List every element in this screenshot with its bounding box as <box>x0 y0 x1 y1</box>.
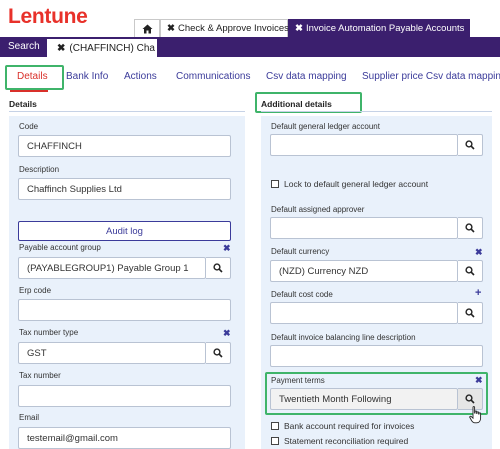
default-balancing-line-label: Default invoice balancing line descripti… <box>271 333 416 342</box>
home-icon <box>142 24 152 33</box>
clear-icon[interactable]: ✖ <box>223 328 231 339</box>
payable-account-group-input[interactable]: (PAYABLEGROUP1) Payable Group 1 <box>18 257 206 279</box>
hand-cursor-icon <box>469 406 482 424</box>
home-tab[interactable] <box>134 19 160 37</box>
close-icon[interactable]: ✖ <box>167 23 175 34</box>
section-divider <box>9 111 245 112</box>
bank-account-required-checkbox[interactable]: Bank account required for invoices <box>271 421 414 431</box>
cost-code-lookup-button[interactable] <box>458 302 483 324</box>
record-tab[interactable]: ✖ (CHAFFINCH) Cha <box>47 39 157 57</box>
code-input[interactable]: CHAFFINCH <box>18 135 231 157</box>
close-icon[interactable]: ✖ <box>295 23 303 34</box>
record-tab-label: (CHAFFINCH) Cha <box>69 42 155 54</box>
tax-type-lookup-button[interactable] <box>206 342 231 364</box>
payment-terms-highlight <box>265 372 488 415</box>
default-approver-input[interactable] <box>270 217 458 239</box>
default-cost-code-label: Default cost code <box>271 290 333 299</box>
checkbox-box[interactable] <box>271 422 279 430</box>
description-label: Description <box>19 165 60 174</box>
tab-bank-info[interactable]: Bank Info <box>66 71 108 82</box>
checkbox-box[interactable] <box>271 437 279 445</box>
top-bar: Lentune ✖ Check & Approve Invoices ✖ Inv… <box>0 0 500 37</box>
checkbox-label: Bank account required for invoices <box>284 421 415 431</box>
payable-account-group-label: Payable account group <box>19 243 101 252</box>
tab-communications[interactable]: Communications <box>176 71 250 82</box>
description-input[interactable]: Chaffinch Supplies Ltd <box>18 178 231 200</box>
email-input[interactable]: testemail@gmail.com <box>18 427 231 449</box>
tax-number-type-label: Tax number type <box>19 328 79 337</box>
search-tab[interactable]: Search <box>8 41 40 52</box>
section-divider <box>261 111 492 112</box>
tab-actions[interactable]: Actions <box>124 71 157 82</box>
erp-code-label: Erp code <box>19 286 52 295</box>
default-gl-account-input[interactable] <box>270 134 458 156</box>
default-cost-code-input[interactable] <box>270 302 458 324</box>
search-icon <box>465 140 475 150</box>
statement-reconciliation-checkbox[interactable]: Statement reconciliation required <box>271 436 408 446</box>
erp-code-input[interactable] <box>18 299 231 321</box>
clear-icon[interactable]: ✖ <box>223 243 231 254</box>
search-icon <box>465 223 475 233</box>
email-label: Email <box>19 413 40 422</box>
active-tab-underline <box>10 90 48 92</box>
default-gl-account-label: Default general ledger account <box>271 122 380 131</box>
checkbox-label: Statement reconciliation required <box>284 436 409 446</box>
default-balancing-line-input[interactable] <box>270 345 483 367</box>
sub-nav-bar: Search ✖ (CHAFFINCH) Cha <box>0 37 500 57</box>
approver-lookup-button[interactable] <box>458 217 483 239</box>
gl-account-lookup-button[interactable] <box>458 134 483 156</box>
code-label: Code <box>19 122 39 131</box>
currency-lookup-button[interactable] <box>458 260 483 282</box>
default-approver-label: Default assigned approver <box>271 205 365 214</box>
tab-check-approve-invoices[interactable]: ✖ Check & Approve Invoices <box>160 19 289 37</box>
tax-number-label: Tax number <box>19 371 61 380</box>
search-icon <box>213 263 223 273</box>
payable-group-lookup-button[interactable] <box>206 257 231 279</box>
lock-gl-account-checkbox[interactable]: Lock to default general ledger account <box>271 179 428 189</box>
tab-csv-data-mapping[interactable]: Csv data mapping <box>266 71 347 82</box>
checkbox-label: Lock to default general ledger account <box>284 179 429 189</box>
clear-icon[interactable]: ✖ <box>475 247 483 258</box>
search-icon <box>465 266 475 276</box>
tax-number-type-input[interactable]: GST <box>18 342 206 364</box>
app-logo: Lentune <box>8 5 88 28</box>
tab-label: Check & Approve Invoices <box>177 23 289 34</box>
audit-log-button[interactable]: Audit log <box>18 221 231 241</box>
default-currency-label: Default currency <box>271 247 330 256</box>
close-icon[interactable]: ✖ <box>57 43 65 54</box>
add-icon[interactable]: + <box>475 287 481 299</box>
checkbox-box[interactable] <box>271 180 279 188</box>
tab-label: Invoice Automation Payable Accounts <box>305 23 465 34</box>
tax-number-input[interactable] <box>18 385 231 407</box>
additional-details-highlight <box>255 92 362 113</box>
search-icon <box>465 308 475 318</box>
detail-tabs: Details Bank Info Actions Communications… <box>0 62 500 92</box>
tab-invoice-automation-payable-accounts[interactable]: ✖ Invoice Automation Payable Accounts <box>288 19 470 37</box>
default-currency-input[interactable]: (NZD) Currency NZD <box>270 260 458 282</box>
tab-supplier-price-csv-data-mapping[interactable]: Supplier price Csv data mapping <box>362 71 500 82</box>
details-tab-highlight <box>5 65 64 90</box>
search-icon <box>213 348 223 358</box>
section-details-title: Details <box>9 99 37 109</box>
